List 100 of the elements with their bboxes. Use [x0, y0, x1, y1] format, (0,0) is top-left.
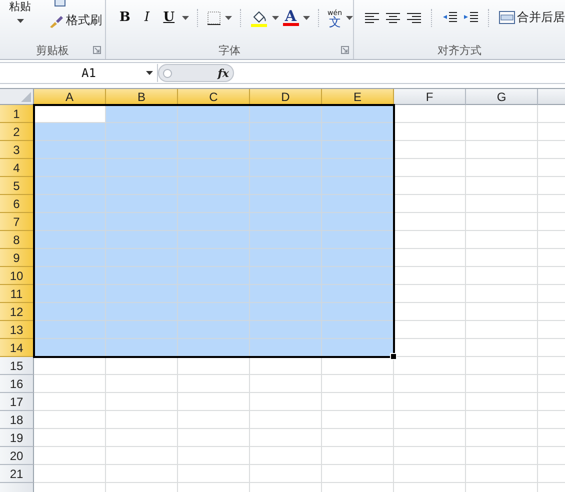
table-cell[interactable]	[394, 267, 466, 285]
table-cell[interactable]	[34, 195, 106, 213]
table-cell[interactable]	[466, 393, 538, 411]
table-cell[interactable]	[250, 195, 322, 213]
table-cell[interactable]	[106, 375, 178, 393]
active-cell[interactable]	[34, 105, 106, 123]
row-header[interactable]: 6	[0, 195, 34, 213]
table-cell[interactable]	[322, 465, 394, 483]
table-cell[interactable]	[34, 249, 106, 267]
table-cell[interactable]	[178, 321, 250, 339]
format-painter-button[interactable]: 格式刷	[48, 12, 102, 29]
dialog-launcher-icon[interactable]	[92, 46, 101, 54]
table-cell[interactable]	[178, 411, 250, 429]
table-cell[interactable]	[466, 465, 538, 483]
table-cell[interactable]	[250, 249, 322, 267]
border-icon[interactable]	[206, 10, 221, 24]
table-cell[interactable]	[178, 447, 250, 465]
table-cell[interactable]	[178, 285, 250, 303]
row-header[interactable]: 18	[0, 411, 34, 429]
table-cell[interactable]	[178, 177, 250, 195]
column-header[interactable]: F	[394, 89, 466, 105]
table-cell[interactable]	[394, 123, 466, 141]
row-header[interactable]: 16	[0, 375, 34, 393]
caret-icon[interactable]	[302, 16, 310, 20]
row-header[interactable]: 11	[0, 285, 34, 303]
table-cell[interactable]	[34, 411, 106, 429]
table-cell[interactable]	[394, 393, 466, 411]
table-cell[interactable]	[106, 303, 178, 321]
table-cell[interactable]	[394, 465, 466, 483]
table-cell[interactable]	[178, 195, 250, 213]
table-cell[interactable]	[250, 213, 322, 231]
table-cell[interactable]	[322, 159, 394, 177]
table-cell[interactable]	[106, 465, 178, 483]
row-header[interactable]: 5	[0, 177, 34, 195]
table-cell[interactable]	[394, 339, 466, 357]
fill-bucket-icon[interactable]	[250, 8, 268, 26]
table-cell[interactable]	[466, 375, 538, 393]
table-cell[interactable]	[34, 447, 106, 465]
table-cell[interactable]	[466, 177, 538, 195]
column-header[interactable]: C	[178, 89, 250, 105]
table-cell[interactable]	[178, 123, 250, 141]
table-cell[interactable]	[178, 249, 250, 267]
table-cell[interactable]	[394, 177, 466, 195]
table-cell[interactable]	[250, 285, 322, 303]
table-cell[interactable]	[394, 447, 466, 465]
row-header[interactable]: 1	[0, 105, 34, 123]
row-header[interactable]: 14	[0, 339, 34, 357]
table-cell[interactable]	[178, 393, 250, 411]
table-cell[interactable]	[178, 339, 250, 357]
row-header[interactable]: 10	[0, 267, 34, 285]
row-header[interactable]: 17	[0, 393, 34, 411]
row-header[interactable]: 12	[0, 303, 34, 321]
table-cell[interactable]	[178, 141, 250, 159]
table-cell[interactable]	[178, 213, 250, 231]
table-cell[interactable]	[466, 447, 538, 465]
table-cell[interactable]	[394, 105, 466, 123]
caret-icon[interactable]	[224, 16, 232, 20]
table-cell[interactable]	[250, 339, 322, 357]
table-cell[interactable]	[250, 267, 322, 285]
table-cell[interactable]	[466, 213, 538, 231]
name-box[interactable]: A1	[0, 64, 158, 82]
table-cell[interactable]	[466, 267, 538, 285]
table-cell[interactable]	[34, 429, 106, 447]
table-cell[interactable]	[250, 411, 322, 429]
table-cell[interactable]	[394, 231, 466, 249]
table-cell[interactable]	[466, 357, 538, 375]
table-cell[interactable]	[322, 393, 394, 411]
table-cell[interactable]	[106, 249, 178, 267]
table-cell[interactable]	[106, 159, 178, 177]
table-cell[interactable]	[322, 303, 394, 321]
table-cell[interactable]	[106, 429, 178, 447]
table-cell[interactable]	[250, 123, 322, 141]
table-cell[interactable]	[34, 177, 106, 195]
table-cell[interactable]	[34, 141, 106, 159]
decrease-indent-icon[interactable]	[442, 11, 458, 24]
row-header[interactable]: 4	[0, 159, 34, 177]
table-cell[interactable]	[106, 105, 178, 123]
column-header[interactable]: D	[250, 89, 322, 105]
table-cell[interactable]	[250, 465, 322, 483]
table-cell[interactable]	[466, 105, 538, 123]
table-cell[interactable]	[178, 159, 250, 177]
table-cell[interactable]	[106, 141, 178, 159]
align-right-icon[interactable]	[406, 12, 422, 24]
table-cell[interactable]	[34, 123, 106, 141]
table-cell[interactable]	[178, 231, 250, 249]
table-cell[interactable]	[106, 321, 178, 339]
table-cell[interactable]	[394, 375, 466, 393]
caret-icon[interactable]	[146, 71, 153, 75]
table-cell[interactable]	[394, 159, 466, 177]
row-header[interactable]: 13	[0, 321, 34, 339]
table-cell[interactable]	[250, 393, 322, 411]
table-cell[interactable]	[250, 105, 322, 123]
table-cell[interactable]	[394, 411, 466, 429]
table-cell[interactable]	[466, 285, 538, 303]
table-cell[interactable]	[250, 303, 322, 321]
table-cell[interactable]	[34, 465, 106, 483]
table-cell[interactable]	[106, 411, 178, 429]
table-cell[interactable]	[466, 123, 538, 141]
table-cell[interactable]	[322, 447, 394, 465]
caret-icon[interactable]	[346, 16, 353, 20]
